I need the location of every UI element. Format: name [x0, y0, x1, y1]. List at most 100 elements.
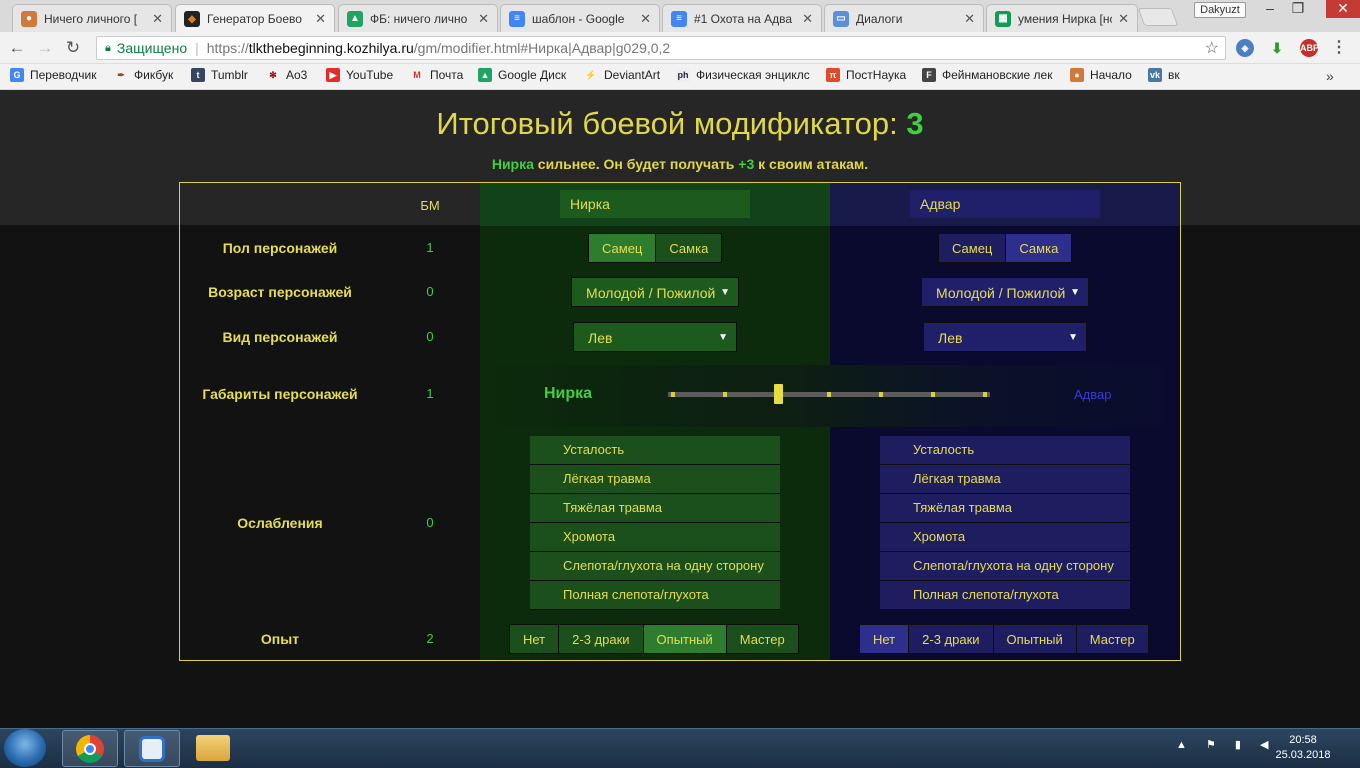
bookmark-label: Физическая энциклс	[696, 68, 810, 82]
minimize-icon[interactable]: ‒	[1256, 0, 1284, 18]
sex-option-female[interactable]: Самка	[1005, 233, 1073, 263]
summary-bonus: +3	[738, 156, 755, 172]
bookmark-item[interactable]: ✒ Фикбук	[114, 68, 173, 82]
character2-age-select[interactable]: Молодой / Пожилой ▼	[921, 277, 1089, 307]
taskbar-chrome-button[interactable]	[62, 730, 118, 767]
bookmark-label: DeviantArt	[604, 68, 661, 82]
slider-tick	[879, 392, 883, 397]
character1-name-input[interactable]: Нирка	[560, 190, 750, 218]
weakness-option-one-side-blind[interactable]: Слепота/глухота на одну сторону	[530, 552, 780, 581]
weakness-option-fatigue[interactable]: Усталость	[880, 436, 1130, 465]
character1-species-select[interactable]: Лев ▼	[573, 322, 737, 352]
profile-badge[interactable]: Dakyuzt	[1194, 2, 1246, 18]
forward-arrow-icon[interactable]: →	[34, 38, 56, 58]
google-drive-icon: ▲	[478, 68, 492, 82]
translate-icon: G	[10, 68, 24, 82]
weakness-option-full-blind[interactable]: Полная слепота/глухота	[880, 581, 1130, 610]
file-explorer-icon[interactable]	[196, 735, 230, 761]
close-tab-icon[interactable]: ✕	[640, 11, 651, 27]
weakness-option-lameness[interactable]: Хромота	[880, 523, 1130, 552]
download-arrow-icon[interactable]: ⬇	[1268, 39, 1286, 57]
reload-icon[interactable]: ↻	[62, 38, 84, 58]
weakness-option-lameness[interactable]: Хромота	[530, 523, 780, 552]
character2-experience-toggle: Нет 2-3 драки Опытный Мастер	[859, 624, 1149, 654]
weakness-option-heavy-injury[interactable]: Тяжёлая травма	[880, 494, 1130, 523]
dropdown-arrow-icon: ▼	[718, 332, 728, 343]
select-value: Молодой / Пожилой	[936, 285, 1066, 301]
extension-shield-icon[interactable]: ◈	[1236, 39, 1254, 57]
browser-tab[interactable]: ▲ ФБ: ничего лично ✕	[338, 4, 498, 32]
weakness-option-one-side-blind[interactable]: Слепота/глухота на одну сторону	[880, 552, 1130, 581]
bookmark-item[interactable]: π ПостНаука	[826, 68, 906, 82]
restore-icon[interactable]: ❐	[1284, 0, 1312, 18]
character2-species-select[interactable]: Лев ▼	[923, 322, 1087, 352]
browser-tab-active[interactable]: ◆ Генератор Боево ✕	[175, 4, 335, 33]
bookmark-item[interactable]: M Почта	[410, 68, 463, 82]
bookmark-item[interactable]: ▶ YouTube	[326, 68, 393, 82]
back-arrow-icon[interactable]: ←	[6, 38, 28, 58]
experience-option-few-fights[interactable]: 2-3 драки	[908, 624, 994, 654]
size-slider-thumb[interactable]	[774, 384, 783, 404]
adblock-icon[interactable]: ABP	[1300, 39, 1319, 57]
experience-option-master[interactable]: Мастер	[1075, 624, 1149, 654]
weakness-option-fatigue[interactable]: Усталость	[530, 436, 780, 465]
address-toolbar: ← → ↻ 🔒︎ Защищено | https://tlkthebeginn…	[0, 32, 1360, 64]
bookmark-item[interactable]: vk вк	[1148, 68, 1180, 82]
more-bookmarks-icon[interactable]: »	[1326, 68, 1334, 84]
weakness-option-light-injury[interactable]: Лёгкая травма	[530, 465, 780, 494]
postnauka-icon: π	[826, 68, 840, 82]
experience-option-master[interactable]: Мастер	[725, 624, 799, 654]
bookmark-item[interactable]: t Tumblr	[191, 68, 248, 82]
browser-tab[interactable]: ▦ умения Нирка [нс ✕	[986, 4, 1138, 32]
experience-option-few-fights[interactable]: 2-3 драки	[558, 624, 644, 654]
bookmark-item[interactable]: ⚡ DeviantArt	[584, 68, 660, 82]
fox-avatar-icon: ●	[1070, 68, 1084, 82]
bookmark-item[interactable]: G Переводчик	[10, 68, 97, 82]
close-tab-icon[interactable]: ✕	[1118, 11, 1129, 27]
browser-tab[interactable]: ≡ шаблон - Google ✕	[500, 4, 660, 32]
experience-option-experienced[interactable]: Опытный	[992, 624, 1077, 654]
browser-tab[interactable]: ≡ #1 Охота на Адва ✕	[662, 4, 822, 32]
chrome-center-icon	[84, 743, 96, 755]
sex-option-male[interactable]: Самец	[938, 233, 1007, 263]
system-tray-icons[interactable]: ▲ ⚑ ▮ ◀	[1176, 738, 1276, 751]
close-tab-icon[interactable]: ✕	[964, 11, 975, 27]
browser-tab[interactable]: ● Ничего личного [ ✕	[12, 4, 172, 32]
taskbar-clock[interactable]: 20:58 25.03.2018	[1268, 733, 1338, 763]
slider-tick	[671, 392, 675, 397]
character1-age-select[interactable]: Молодой / Пожилой ▼	[571, 277, 739, 307]
browser-tab[interactable]: ▭ Диалоги ✕	[824, 4, 984, 32]
fox-avatar-icon: ●	[21, 10, 37, 27]
taskbar-app-button[interactable]	[124, 730, 180, 767]
bookmark-item[interactable]: ▲ Google Диск	[478, 68, 566, 82]
sex-option-male[interactable]: Самец	[588, 233, 657, 263]
bookmark-item[interactable]: ph Физическая энциклс	[676, 68, 810, 82]
bookmark-star-icon[interactable]: ☆	[1205, 38, 1219, 58]
close-tab-icon[interactable]: ✕	[478, 11, 489, 27]
bm-value-sex: 1	[426, 240, 434, 255]
bookmark-item[interactable]: F Фейнмановские лек	[922, 68, 1052, 82]
experience-option-experienced[interactable]: Опытный	[642, 624, 727, 654]
close-tab-icon[interactable]: ✕	[152, 11, 163, 27]
bookmark-item[interactable]: ● Начало	[1070, 68, 1132, 82]
experience-option-none[interactable]: Нет	[859, 624, 910, 654]
menu-kebab-icon[interactable]: ⋮	[1330, 39, 1348, 57]
url-bar[interactable]: 🔒︎ Защищено | https://tlkthebeginning.ko…	[96, 36, 1226, 60]
summary-text: сильнее. Он будет получать	[537, 156, 735, 172]
windows-start-icon[interactable]	[4, 729, 46, 767]
size-right-name: Адвар	[1074, 387, 1112, 402]
new-tab-button[interactable]	[1137, 8, 1179, 26]
deviantart-icon: ⚡	[585, 69, 597, 80]
character2-name-input[interactable]: Адвар	[910, 190, 1100, 218]
sex-option-female[interactable]: Самка	[655, 233, 723, 263]
close-tab-icon[interactable]: ✕	[802, 11, 813, 27]
weakness-option-heavy-injury[interactable]: Тяжёлая травма	[530, 494, 780, 523]
weakness-option-light-injury[interactable]: Лёгкая травма	[880, 465, 1130, 494]
url-host: tlkthebeginning.kozhilya.ru	[248, 40, 414, 56]
weakness-option-full-blind[interactable]: Полная слепота/глухота	[530, 581, 780, 610]
experience-option-none[interactable]: Нет	[509, 624, 560, 654]
url-path: /gm/modifier.html#Нирка|Адвар|g029,0,2	[413, 40, 671, 56]
bookmark-item[interactable]: ✻ Ao3	[266, 68, 307, 82]
close-window-icon[interactable]: ✕	[1326, 0, 1360, 18]
close-tab-icon[interactable]: ✕	[315, 11, 326, 27]
